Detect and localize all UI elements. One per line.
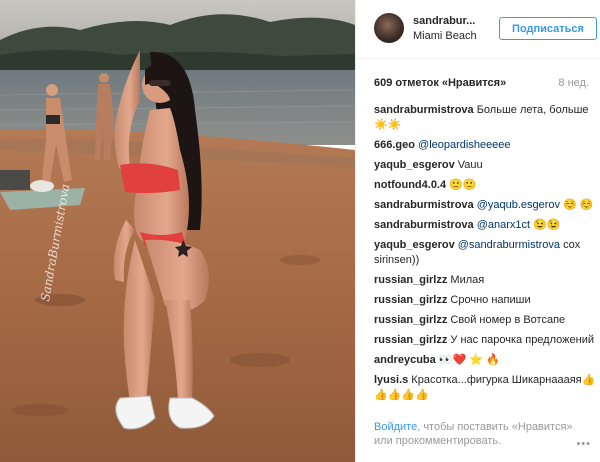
login-link[interactable]: Войдите [374,421,417,433]
comment-text: Срочно напиши [447,294,531,306]
comment-text: У нас парочка предложений [447,334,594,346]
comment-text: 👀❤️ ⭐ 🔥 [435,354,500,366]
comment-item: russian_girlzz У нас парочка предложений [374,333,596,348]
comment-text: 🙂🙂 [446,179,477,191]
comment-username[interactable]: andreycuba [374,354,436,366]
instagram-post: SandraBurmistrova sandrabur... Miami Bea… [0,0,600,462]
follow-button[interactable]: Подписаться [499,17,597,40]
comment-username[interactable]: yaqub_esgerov [374,159,455,171]
comment-item: notfound4.0.4 🙂🙂 [374,178,596,193]
comment-mention[interactable]: @leopardisheeeee [415,139,511,151]
comment-mention[interactable]: @yaqub.esgerov [474,199,560,211]
comment-item: russian_girlzz Милая [374,273,596,288]
comment-item: russian_girlzz Срочно напиши [374,293,596,308]
login-prompt: Войдите, чтобы поставить «Нравится» или … [374,420,584,448]
comments-list: sandraburmistrova Больше лета, больше☀️☀… [374,103,596,408]
comment-username[interactable]: russian_girlzz [374,314,447,326]
comment-text: Vauu [454,159,483,171]
header-username[interactable]: sandrabur... [413,15,475,27]
comment-mention[interactable]: @sandraburmistrova [455,239,560,251]
comment-item: andreycuba 👀❤️ ⭐ 🔥 [374,353,596,368]
comment-item: 666.geo @leopardisheeeee [374,138,596,153]
comment-username[interactable]: sandraburmistrova [374,219,474,231]
comment-text: 😉😉 [530,219,561,231]
comment-username[interactable]: russian_girlzz [374,274,447,286]
comment-item: sandraburmistrova Больше лета, больше☀️☀… [374,103,596,133]
more-options-icon[interactable]: ••• [576,438,591,450]
comment-username[interactable]: 666.geo [374,139,415,151]
comment-username[interactable]: notfound4.0.4 [374,179,446,191]
comment-mention[interactable]: @anarx1ct [474,219,530,231]
comment-item: yaqub_esgerov Vauu [374,158,596,173]
comment-username[interactable]: lyusi.s [374,374,408,386]
header-location[interactable]: Miami Beach [413,30,477,42]
post-sidebar: sandrabur... Miami Beach Подписаться 609… [355,0,600,462]
avatar[interactable] [374,13,404,43]
comment-username[interactable]: yaqub_esgerov [374,239,455,251]
post-photo[interactable]: SandraBurmistrova [0,0,355,462]
comment-item: sandraburmistrova @anarx1ct 😉😉 [374,218,596,233]
comment-username[interactable]: sandraburmistrova [374,104,474,116]
comment-text: ☺️ ☺️ [560,199,594,211]
comment-item: lyusi.s Красотка...фигурка Шикарнаааяя👍👍… [374,373,596,403]
comment-item: russian_girlzz Свой номер в Вотсапе [374,313,596,328]
comment-username[interactable]: russian_girlzz [374,334,447,346]
likes-count[interactable]: 609 отметок «Нравится» [374,77,506,89]
comment-username[interactable]: russian_girlzz [374,294,447,306]
comment-text: Свой номер в Вотсапе [447,314,566,326]
comment-item: yaqub_esgerov @sandraburmistrova cox sir… [374,238,596,268]
comment-username[interactable]: sandraburmistrova [374,199,474,211]
post-age[interactable]: 8 нед. [558,77,589,89]
comment-item: sandraburmistrova @yaqub.esgerov ☺️ ☺️ [374,198,596,213]
comment-text: Милая [447,274,485,286]
post-header: sandrabur... Miami Beach Подписаться [356,0,600,59]
comment-text: Красотка...фигурка Шикарнаааяя👍👍👍👍👍 [374,374,596,401]
